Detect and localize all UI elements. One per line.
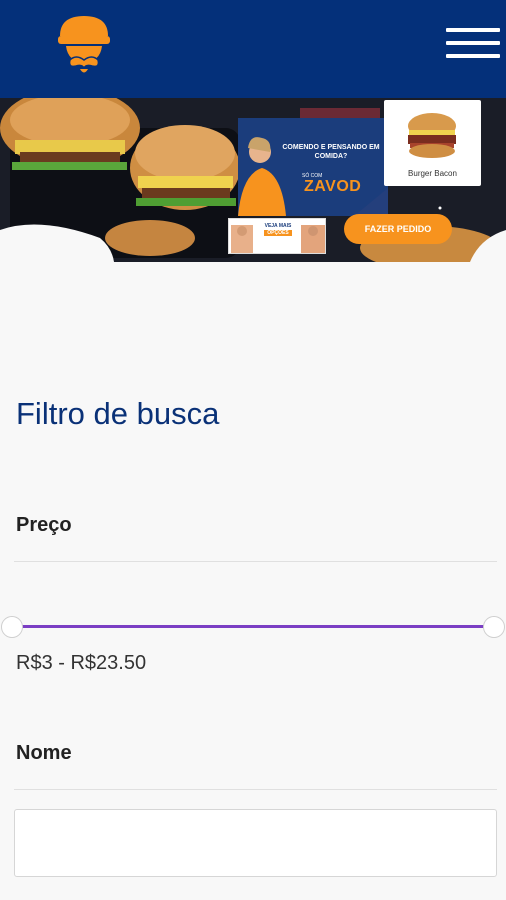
burger-bacon-image bbox=[408, 113, 456, 158]
name-label: Nome bbox=[16, 742, 72, 764]
order-button[interactable]: FAZER PEDIDO bbox=[344, 214, 452, 244]
product-card[interactable]: Burger Bacon bbox=[384, 100, 481, 186]
more-options-banner[interactable]: VEJA MAIS OPÇÕES bbox=[228, 218, 326, 254]
promo-headline: COMENDO E PENSANDO EM COMIDA? bbox=[282, 144, 380, 160]
price-slider-min-handle[interactable] bbox=[1, 616, 23, 638]
price-slider-track[interactable] bbox=[12, 625, 494, 628]
promo-banner: COMENDO E PENSANDO EM COMIDA? SÓ COM ZAV… bbox=[238, 118, 388, 216]
price-range-text: R$3 - R$23.50 bbox=[16, 652, 147, 674]
hero-banner: COMENDO E PENSANDO EM COMIDA? SÓ COM ZAV… bbox=[0, 98, 506, 262]
product-card-label: Burger Bacon bbox=[408, 169, 457, 178]
site-header bbox=[0, 0, 506, 100]
hamburger-menu-icon[interactable] bbox=[446, 26, 502, 60]
price-slider-max-handle[interactable] bbox=[483, 616, 505, 638]
promo-brand: ZAVOD bbox=[304, 178, 362, 195]
filter-title: Filtro de busca bbox=[16, 396, 220, 431]
name-divider bbox=[14, 789, 497, 790]
promo-woman-image bbox=[238, 137, 388, 216]
logo-icon bbox=[58, 16, 110, 73]
mustache-burger-logo[interactable] bbox=[56, 14, 112, 78]
name-input[interactable] bbox=[14, 809, 497, 877]
price-divider bbox=[14, 561, 497, 562]
veja-tag: OPÇÕES bbox=[264, 229, 292, 236]
veja-label: VEJA MAIS OPÇÕES bbox=[255, 223, 301, 236]
price-label: Preço bbox=[16, 514, 72, 536]
